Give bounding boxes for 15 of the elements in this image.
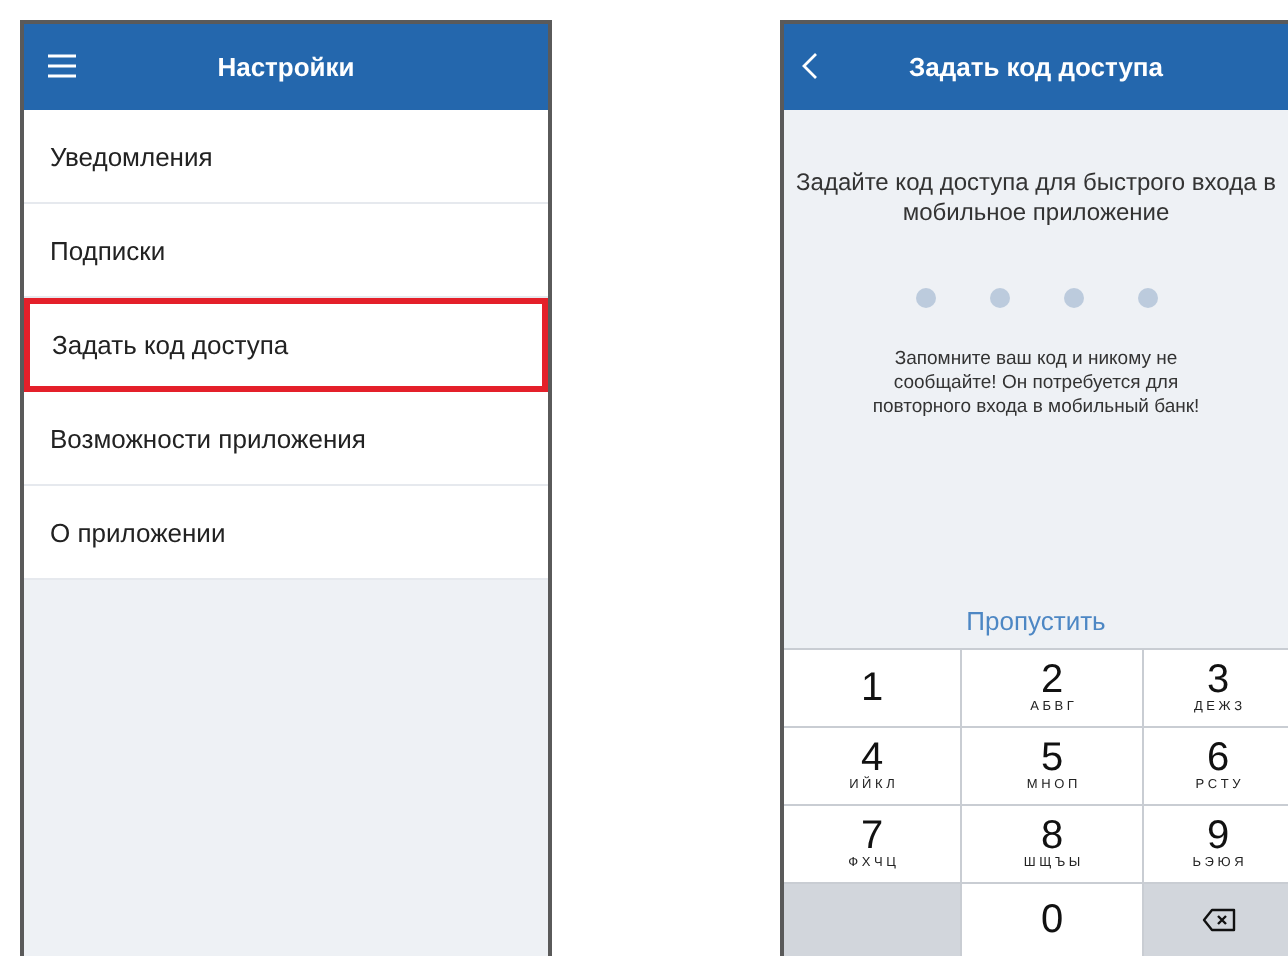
backspace-button[interactable] xyxy=(1144,884,1288,956)
back-icon[interactable] xyxy=(802,52,818,80)
settings-item[interactable]: Возможности приложения xyxy=(24,392,548,486)
settings-item[interactable]: Задать код доступа xyxy=(24,298,548,392)
backspace-icon xyxy=(1201,908,1235,932)
settings-item[interactable]: О приложении xyxy=(24,486,548,580)
menu-icon[interactable] xyxy=(48,54,76,78)
keypad-key[interactable]: 0 xyxy=(962,884,1142,956)
warning-note: Запомните ваш код и никому не сообщайте! Он потребуется для повторного входа в мобильный банк! xyxy=(870,348,1202,420)
settings-item[interactable]: Подписки xyxy=(24,204,548,298)
settings-item[interactable]: Уведомления xyxy=(24,110,548,204)
instruction-text: Задайте код доступа для быстрого входа в мобильное приложение xyxy=(794,168,1278,228)
header-title: Настройки xyxy=(217,52,355,82)
keypad-key[interactable]: 1 xyxy=(784,650,960,726)
header-title: Задать код доступа xyxy=(908,52,1164,82)
